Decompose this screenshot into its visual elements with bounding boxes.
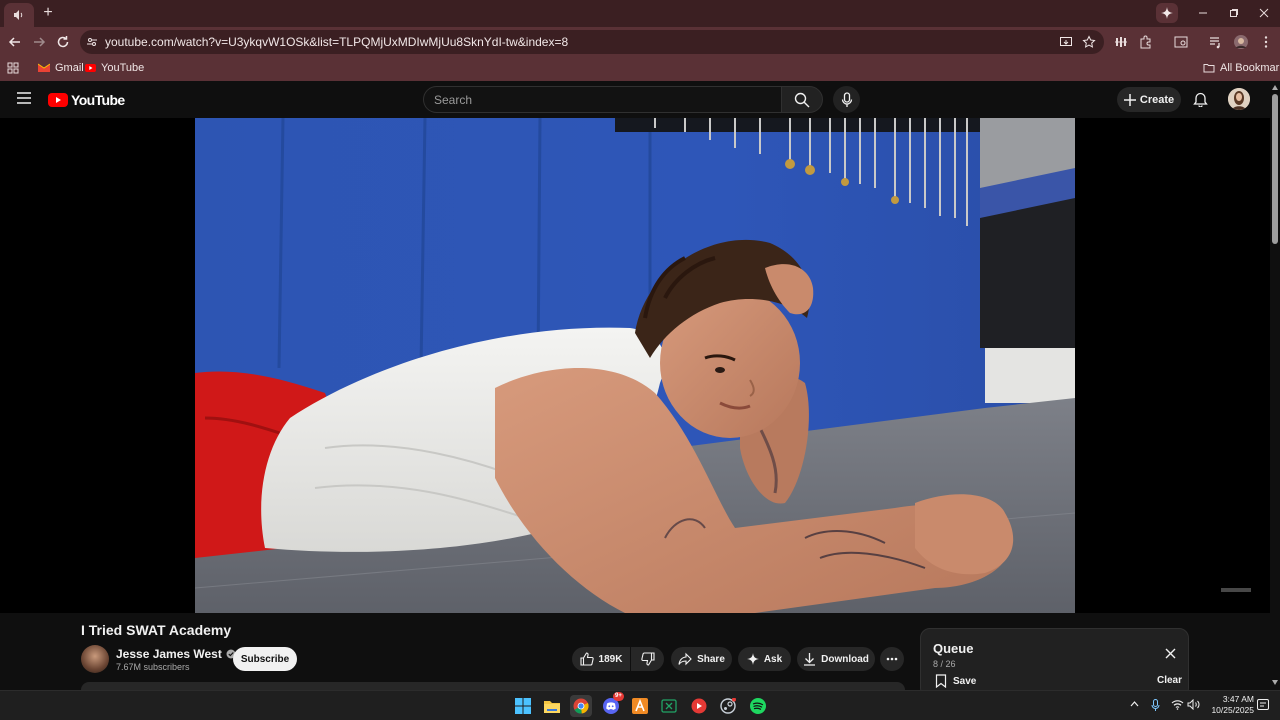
queue-clear-button[interactable]: Clear bbox=[1157, 675, 1182, 686]
install-app-icon[interactable] bbox=[1059, 35, 1073, 49]
bookmark-youtube[interactable]: YouTube bbox=[85, 62, 144, 74]
video-frame-image bbox=[195, 118, 1075, 613]
subscribe-button[interactable]: Subscribe bbox=[233, 647, 297, 671]
file-explorer-icon[interactable] bbox=[541, 695, 563, 717]
bookmark-icon bbox=[935, 674, 947, 688]
ask-button[interactable]: Ask bbox=[738, 647, 791, 671]
search-button[interactable] bbox=[781, 86, 823, 113]
folder-icon bbox=[1203, 64, 1215, 73]
hamburger-menu-icon[interactable] bbox=[17, 92, 31, 104]
bookmark-star-icon[interactable] bbox=[1082, 35, 1096, 49]
bookmark-gmail[interactable]: Gmail bbox=[38, 62, 84, 74]
volume-icon[interactable] bbox=[1187, 699, 1200, 710]
discord-badge: 9+ bbox=[613, 692, 624, 701]
account-avatar-icon bbox=[1228, 88, 1250, 110]
wifi-icon[interactable] bbox=[1171, 699, 1184, 710]
more-actions-button[interactable] bbox=[880, 647, 904, 671]
tab-strip: + bbox=[0, 0, 1280, 27]
sparkle-icon bbox=[1161, 7, 1173, 19]
media-controls-icon[interactable] bbox=[1208, 34, 1224, 50]
spotify-icon[interactable] bbox=[747, 695, 769, 717]
notification-center-icon[interactable] bbox=[1257, 699, 1269, 712]
clock-date: 10/25/2025 bbox=[1211, 705, 1254, 715]
thumbs-down-icon bbox=[640, 652, 655, 666]
share-button[interactable]: Share bbox=[671, 647, 732, 671]
download-button[interactable]: Download bbox=[797, 647, 875, 671]
like-button[interactable]: 189K bbox=[572, 647, 630, 671]
download-icon bbox=[804, 653, 816, 666]
account-avatar[interactable] bbox=[1228, 88, 1250, 110]
excel-icon[interactable] bbox=[658, 695, 680, 717]
description-box[interactable] bbox=[81, 682, 905, 690]
audio-playing-icon bbox=[13, 9, 25, 21]
tray-overflow-chevron-icon[interactable] bbox=[1130, 701, 1139, 707]
windows-taskbar: 9+ 3:47 AM 10/25/2025 bbox=[0, 690, 1280, 720]
minimize-button[interactable] bbox=[1195, 5, 1211, 21]
clock-time: 3:47 AM bbox=[1222, 694, 1254, 704]
share-arrow-icon bbox=[678, 652, 692, 666]
scroll-up-arrow-icon[interactable] bbox=[1272, 85, 1278, 90]
extension-icon[interactable] bbox=[1113, 34, 1129, 50]
steam-icon[interactable] bbox=[717, 695, 739, 717]
discord-icon[interactable]: 9+ bbox=[600, 692, 624, 717]
youtube-masthead: YouTube Create bbox=[0, 81, 1280, 118]
youtube-logo[interactable]: YouTube bbox=[48, 92, 125, 108]
site-info-icon[interactable] bbox=[86, 36, 98, 48]
channel-name[interactable]: Jesse James West bbox=[116, 647, 236, 661]
queue-save-button[interactable]: Save bbox=[935, 674, 976, 688]
scrollbar-thumb[interactable] bbox=[1272, 94, 1278, 244]
thumbs-up-icon bbox=[579, 652, 594, 666]
bookmarks-bar: Gmail YouTube All Bookmarks bbox=[0, 57, 1280, 81]
restore-button[interactable] bbox=[1226, 5, 1242, 21]
youtube-icon bbox=[85, 64, 96, 72]
subscriber-count: 7.67M subscribers bbox=[116, 662, 190, 672]
address-bar[interactable]: youtube.com/watch?v=U3ykqvW1OSk&list=TLP… bbox=[80, 30, 1104, 54]
chrome-icon[interactable] bbox=[570, 695, 592, 717]
back-button[interactable] bbox=[7, 34, 23, 50]
microphone-icon bbox=[841, 91, 852, 107]
app-a-icon[interactable] bbox=[629, 695, 651, 717]
youtube-music-icon[interactable] bbox=[688, 695, 710, 717]
create-button[interactable]: Create bbox=[1117, 87, 1181, 112]
more-horizontal-icon bbox=[886, 657, 898, 661]
queue-panel: Queue 8 / 26 Save Clear bbox=[920, 628, 1189, 698]
plus-icon bbox=[1123, 93, 1136, 106]
browser-menu-icon[interactable] bbox=[1258, 34, 1274, 50]
all-bookmarks[interactable]: All Bookmarks bbox=[1203, 62, 1280, 74]
notifications-bell-icon[interactable] bbox=[1193, 91, 1208, 107]
extensions-puzzle-icon[interactable] bbox=[1138, 34, 1154, 50]
gemini-button[interactable] bbox=[1156, 3, 1178, 23]
voice-search-button[interactable] bbox=[833, 86, 860, 113]
gmail-icon bbox=[38, 63, 50, 72]
forward-button[interactable] bbox=[31, 34, 47, 50]
profile-avatar-icon[interactable] bbox=[1233, 34, 1249, 50]
video-frame[interactable] bbox=[195, 118, 1075, 613]
sparkle-icon bbox=[746, 653, 759, 665]
tab-search-icon[interactable] bbox=[1173, 34, 1189, 50]
browser-toolbar: youtube.com/watch?v=U3ykqvW1OSk&list=TLP… bbox=[0, 27, 1280, 57]
reload-button[interactable] bbox=[55, 34, 71, 50]
video-watermark bbox=[1221, 588, 1251, 592]
url-text[interactable]: youtube.com/watch?v=U3ykqvW1OSk&list=TLP… bbox=[105, 35, 568, 49]
tray-microphone-icon[interactable] bbox=[1151, 699, 1160, 712]
windows-start-icon[interactable] bbox=[512, 695, 534, 717]
apps-grid-icon[interactable] bbox=[7, 62, 19, 74]
close-icon[interactable] bbox=[1165, 648, 1176, 659]
active-tab[interactable] bbox=[4, 3, 34, 27]
queue-position: 8 / 26 bbox=[933, 659, 956, 669]
queue-title: Queue bbox=[933, 641, 974, 656]
channel-avatar[interactable] bbox=[81, 645, 109, 673]
system-clock[interactable]: 3:47 AM 10/25/2025 bbox=[1206, 694, 1254, 716]
search-box bbox=[423, 86, 782, 113]
new-tab-button[interactable]: + bbox=[40, 5, 56, 21]
search-input[interactable] bbox=[434, 93, 764, 107]
video-title: I Tried SWAT Academy bbox=[81, 622, 232, 638]
dislike-button[interactable] bbox=[631, 647, 664, 671]
youtube-logo-icon bbox=[48, 93, 68, 107]
search-icon bbox=[794, 92, 810, 107]
page-scrollbar[interactable] bbox=[1270, 81, 1280, 690]
scroll-down-arrow-icon[interactable] bbox=[1272, 680, 1278, 685]
video-player[interactable] bbox=[0, 118, 1270, 613]
close-window-button[interactable] bbox=[1256, 5, 1272, 21]
